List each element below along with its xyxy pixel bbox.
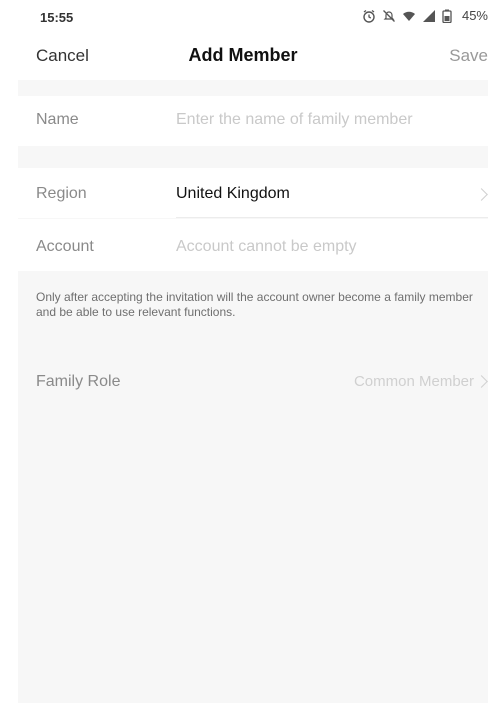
region-label: Region (36, 185, 87, 202)
chevron-right-icon (475, 375, 488, 388)
status-icons: 45% (362, 8, 488, 23)
battery-percent: 45% (461, 8, 488, 23)
name-row[interactable]: Name Enter the name of family member (18, 96, 488, 146)
save-button[interactable]: Save (449, 46, 488, 66)
name-input[interactable]: Enter the name of family member (176, 111, 413, 129)
account-input[interactable]: Account cannot be empty (176, 238, 357, 256)
chevron-right-icon (475, 188, 488, 201)
invitation-hint: Only after accepting the invitation will… (36, 290, 473, 319)
alarm-icon (362, 9, 376, 23)
family-role-label: Family Role (36, 373, 121, 390)
page-title: Add Member (188, 45, 298, 65)
region-value[interactable]: United Kingdom (176, 185, 290, 203)
family-role-value: Common Member (353, 373, 474, 390)
region-row[interactable]: Region United Kingdom (18, 168, 488, 218)
screen: 15:55 45% Cancel Add Member Save Name En… (18, 0, 488, 703)
status-bar: 15:55 45% (18, 0, 488, 34)
divider (176, 217, 488, 218)
account-label: Account (36, 238, 94, 255)
signal-icon (422, 9, 436, 23)
battery-icon (442, 9, 456, 23)
wifi-icon (402, 9, 416, 23)
family-role-row[interactable]: Family Role Common Member (18, 356, 488, 408)
nav-bar: Cancel Add Member Save (18, 34, 488, 80)
name-label: Name (36, 111, 79, 128)
mute-icon (382, 9, 396, 23)
account-row[interactable]: Account Account cannot be empty (18, 219, 488, 271)
status-time: 15:55 (40, 10, 74, 25)
